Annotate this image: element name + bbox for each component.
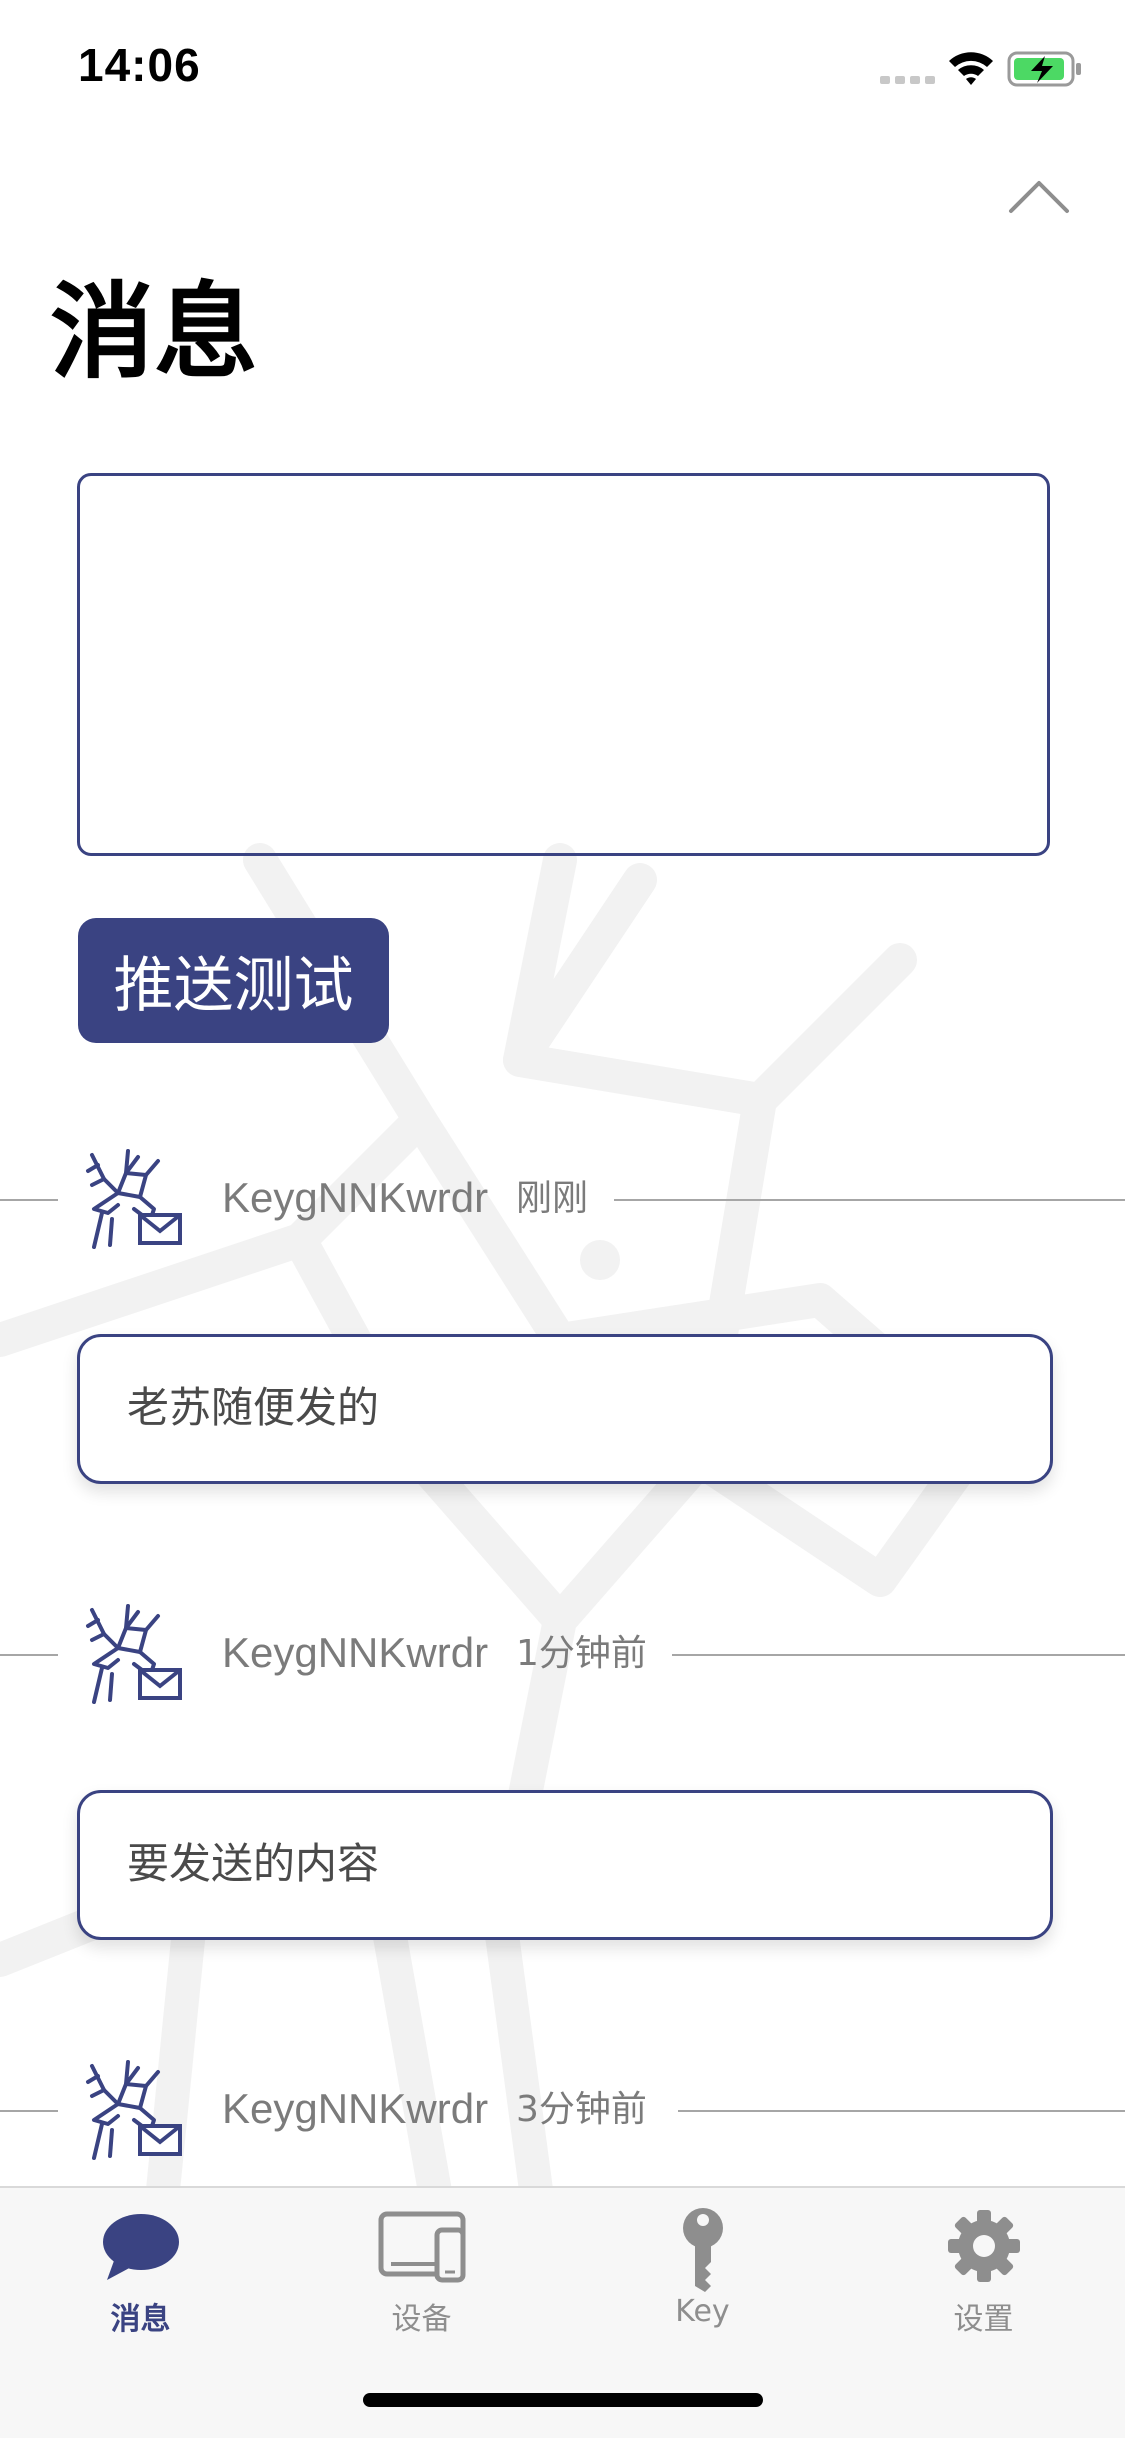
sender-name: KeygNNKwrdr bbox=[222, 2085, 489, 2132]
message-time: 刚刚 bbox=[516, 1178, 589, 1219]
tab-messages[interactable]: 消息 bbox=[0, 2188, 281, 2348]
status-bar: 14:06 bbox=[0, 0, 1125, 140]
message-input[interactable] bbox=[77, 473, 1050, 856]
message-bubble[interactable]: 要发送的内容 bbox=[77, 1790, 1053, 1940]
tab-label: 设置 bbox=[953, 2302, 1014, 2337]
tab-settings[interactable]: 设置 bbox=[843, 2188, 1124, 2348]
tab-label: 设备 bbox=[391, 2302, 452, 2337]
divider bbox=[614, 1199, 1125, 1201]
message-time: 3分钟前 bbox=[516, 2089, 647, 2130]
battery-charging-icon bbox=[1007, 51, 1081, 87]
page-title: 消息 bbox=[50, 271, 259, 393]
message-header: KeygNNKwrdr 1分钟前 bbox=[0, 1600, 1125, 1710]
tab-label: Key bbox=[675, 2294, 730, 2329]
gear-icon bbox=[947, 2210, 1020, 2282]
divider bbox=[0, 1654, 58, 1656]
divider bbox=[678, 2110, 1125, 2112]
push-test-button[interactable]: 推送测试 bbox=[78, 918, 389, 1043]
message-content: 要发送的内容 bbox=[127, 1839, 380, 1888]
sender-name: KeygNNKwrdr bbox=[222, 1174, 489, 1221]
deer-avatar-icon bbox=[86, 1149, 182, 1249]
home-indicator[interactable] bbox=[363, 2393, 763, 2407]
tab-key[interactable]: Key bbox=[562, 2188, 843, 2348]
wifi-icon bbox=[949, 52, 993, 85]
key-icon bbox=[682, 2208, 723, 2292]
message-content: 老苏随便发的 bbox=[127, 1383, 380, 1432]
message-bubble[interactable]: 老苏随便发的 bbox=[77, 1334, 1053, 1484]
devices-icon bbox=[378, 2211, 465, 2283]
sender-name: KeygNNKwrdr bbox=[222, 1629, 489, 1676]
cellular-signal-icon bbox=[880, 76, 935, 84]
deer-avatar-icon bbox=[86, 1604, 182, 1704]
message-header: KeygNNKwrdr 3分钟前 bbox=[0, 2056, 1125, 2166]
divider bbox=[0, 2110, 58, 2112]
tab-devices[interactable]: 设备 bbox=[281, 2188, 562, 2348]
message-time: 1分钟前 bbox=[516, 1633, 647, 1674]
status-time: 14:06 bbox=[78, 39, 201, 91]
tab-label: 消息 bbox=[110, 2302, 171, 2337]
divider bbox=[672, 1654, 1125, 1656]
deer-avatar-icon bbox=[86, 2060, 182, 2160]
chat-bubble-icon bbox=[102, 2214, 179, 2280]
message-header: KeygNNKwrdr 刚刚 bbox=[0, 1145, 1125, 1255]
divider bbox=[0, 1199, 58, 1201]
collapse-chevron-up-icon[interactable] bbox=[1008, 174, 1070, 216]
